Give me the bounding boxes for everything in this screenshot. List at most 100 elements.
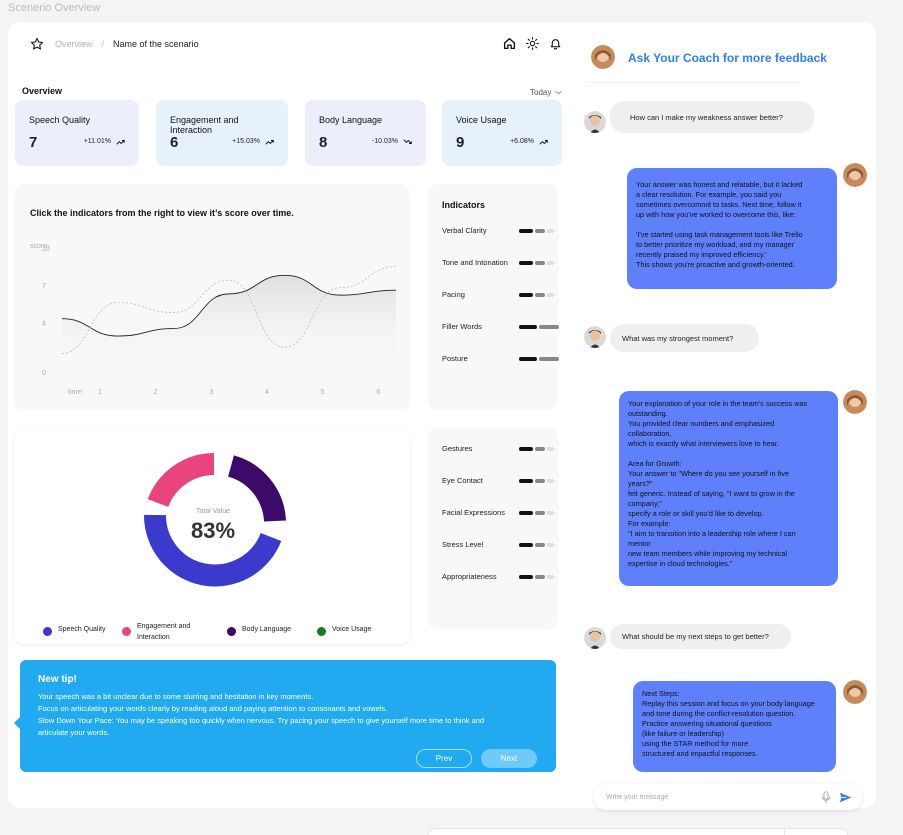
user-avatar <box>584 627 606 649</box>
legend-dot <box>227 627 236 636</box>
coach-message-line: recently praised my improved efficiency.… <box>636 250 767 259</box>
chat-title: Ask Your Coach for more feedback <box>628 51 827 65</box>
metric-label: Speech Quality <box>29 115 91 125</box>
indicator-level-segment <box>535 447 545 451</box>
user-message: What should be my next steps to get bett… <box>610 624 791 649</box>
indicator-level-segment <box>535 575 545 579</box>
coach-avatar <box>843 163 867 187</box>
user-message: What was my strongest moment? <box>610 324 759 352</box>
metric-value: 7 <box>29 134 38 151</box>
legend-label: Engagement and Interaction <box>137 623 191 641</box>
indicator-level-segment <box>519 575 533 579</box>
trend-up-icon <box>265 139 274 145</box>
coach-message-line <box>628 449 829 459</box>
tip-line: Slow Down Your Pace: You may be speaking… <box>38 716 485 725</box>
coach-message-line: Your answer to "Where do you see yoursel… <box>628 469 789 478</box>
next-button[interactable]: Next <box>481 749 537 768</box>
indicator-item[interactable]: Stress Level <box>442 540 483 549</box>
indicator-item[interactable]: Gestures <box>442 444 472 453</box>
indicator-level <box>519 293 554 297</box>
app-title: Scenerio Overview <box>8 2 101 14</box>
coach-message-line: which is exactly what interviewers love … <box>628 439 779 448</box>
indicator-level-segment <box>519 543 533 547</box>
indicator-item[interactable]: Tone and Intonation <box>442 258 508 267</box>
indicator-level-segment <box>519 261 533 265</box>
prev-button[interactable]: Prev <box>416 749 472 768</box>
x-tick-label: 3 <box>209 389 213 396</box>
metric-card-voice-usage[interactable]: Voice Usage 9 +6.08% <box>442 100 562 166</box>
indicator-level-segment <box>547 511 554 515</box>
metric-change: +15.03% <box>232 138 274 145</box>
coach-message-line: collaboration, <box>628 429 672 438</box>
indicator-label: Verbal Clarity <box>442 226 487 235</box>
indicator-level-segment <box>547 543 554 547</box>
metric-change-text: +6.08% <box>510 138 534 145</box>
bell-icon[interactable] <box>549 37 562 50</box>
coach-message-line: This shows you're proactive and growth-o… <box>636 260 795 269</box>
bottom-bar <box>428 828 848 835</box>
metric-change-text: +11.01% <box>83 138 111 145</box>
y-tick-label: 4 <box>42 320 46 327</box>
star-icon[interactable] <box>30 37 44 51</box>
indicator-item[interactable]: Facial Expressions <box>442 508 505 517</box>
indicators-title: Indicators <box>442 200 486 210</box>
coach-message-line: For example: <box>628 519 671 528</box>
indicator-level-segment <box>519 293 533 297</box>
metric-change-text: -10.03% <box>371 138 398 145</box>
legend-speech-quality[interactable]: Speech Quality <box>43 626 105 636</box>
indicator-item[interactable]: Appropriateness <box>442 572 497 581</box>
breadcrumb-root[interactable]: Overview <box>55 39 93 49</box>
message-input[interactable]: Write your message <box>594 784 862 810</box>
trend-down-icon <box>403 138 412 144</box>
indicator-level-segment <box>519 447 533 451</box>
coach-message-line: to better prioritize my workload, and my… <box>636 240 795 249</box>
y-tick-label: 0 <box>42 370 46 377</box>
metric-value: 9 <box>456 134 465 151</box>
indicator-level-segment <box>535 479 545 483</box>
metric-card-speech-quality[interactable]: Speech Quality 7 +11.01% <box>15 100 139 166</box>
chart-title: Click the indicators from the right to v… <box>30 208 294 218</box>
indicator-level-segment <box>535 543 545 547</box>
x-tick-label: 2 <box>154 389 158 396</box>
home-icon[interactable] <box>503 37 516 50</box>
legend-label: Body Language <box>242 626 292 633</box>
indicator-item[interactable]: Filler Words <box>442 322 482 331</box>
indicator-level <box>519 575 554 579</box>
sun-icon[interactable] <box>526 37 539 50</box>
microphone-icon[interactable] <box>821 790 831 804</box>
metric-change: +11.01% <box>84 138 125 145</box>
coach-message: Your answer was honest and relatable, bu… <box>627 168 837 289</box>
user-avatar <box>584 326 606 348</box>
coach-message-line: "I aim to transition into a leadership r… <box>628 529 796 538</box>
tip-line: articulate your words. <box>38 728 110 737</box>
indicator-label: Appropriateness <box>442 572 497 581</box>
metric-label: Voice Usage <box>456 115 507 125</box>
period-dropdown[interactable]: Today <box>530 88 563 97</box>
indicator-item[interactable]: Posture <box>442 354 468 363</box>
legend-label: Speech Quality <box>58 626 106 633</box>
coach-avatar <box>843 680 867 704</box>
indicator-label: Eye Contact <box>442 476 483 485</box>
indicator-level-segment <box>519 325 537 329</box>
send-icon[interactable] <box>839 791 852 804</box>
indicator-item[interactable]: Verbal Clarity <box>442 226 487 235</box>
legend-dot <box>122 627 131 636</box>
indicator-level <box>519 543 554 547</box>
metric-card-engagement[interactable]: Engagement and Interaction 6 +15.03% <box>156 100 288 166</box>
coach-message-line: felt generic. Instead of saying, "I want… <box>628 489 795 498</box>
indicator-level-segment <box>547 261 554 265</box>
x-axis-label: time: <box>68 389 83 396</box>
indicator-level-segment <box>519 357 537 361</box>
metric-card-body-language[interactable]: Body Language 8 -10.03% <box>305 100 426 166</box>
indicator-item[interactable]: Pacing <box>442 290 465 299</box>
coach-message-line: and tone during the conflict-resolution … <box>642 709 796 718</box>
donut-segment-engagement[interactable] <box>147 453 215 508</box>
indicator-level-segment <box>535 261 545 265</box>
legend-voice-usage[interactable]: Voice Usage <box>317 626 371 636</box>
coach-message-line: 'I've started using task management tool… <box>636 230 803 239</box>
legend-engagement[interactable]: Engagement and Interaction <box>122 621 201 643</box>
metric-change: -10.03% <box>372 138 412 145</box>
coach-message-line: outstanding. <box>628 409 668 418</box>
indicator-item[interactable]: Eye Contact <box>442 476 483 485</box>
legend-body-language[interactable]: Body Language <box>227 626 291 636</box>
